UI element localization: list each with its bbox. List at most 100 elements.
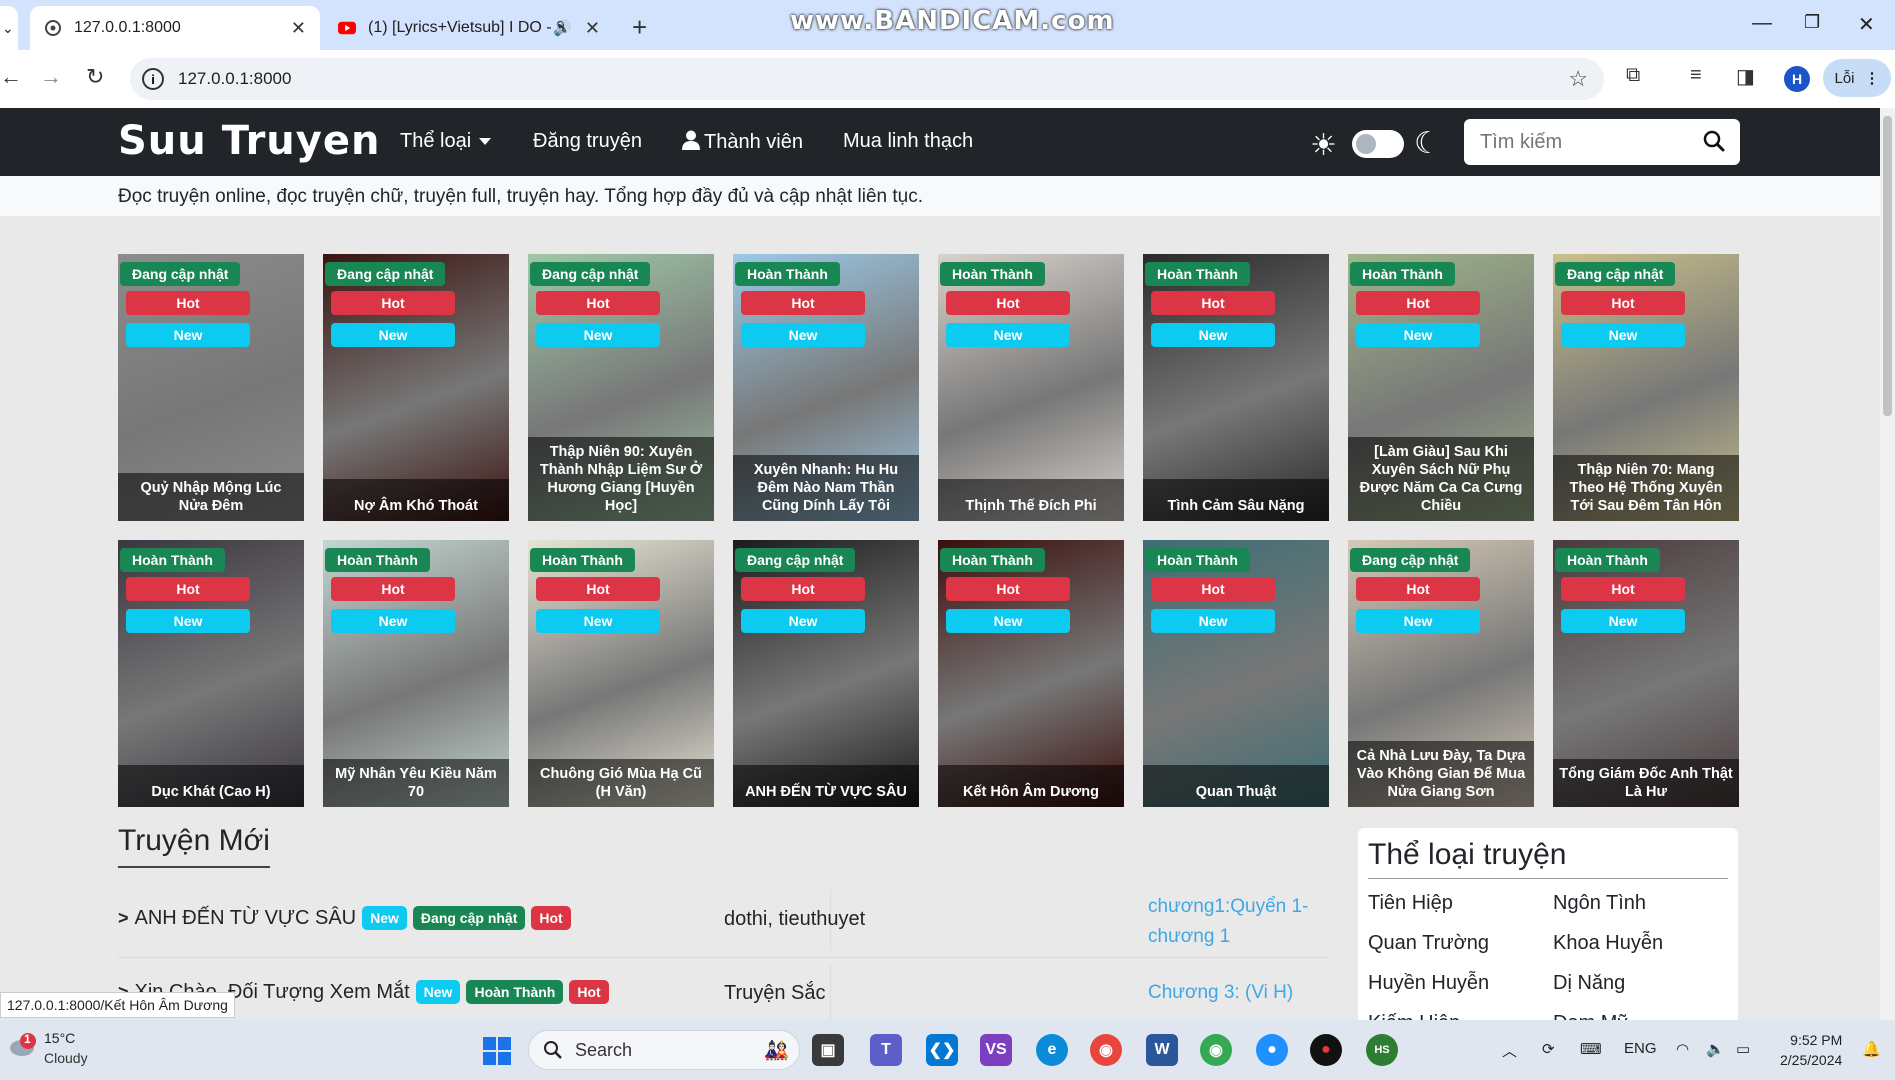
genre-link[interactable]: Dị Năng [1553, 972, 1625, 995]
new-tab-button[interactable]: + [632, 12, 647, 43]
story-card[interactable]: Đang cập nhật Hot New Cả Nhà Lưu Đày, Ta Dự… [1348, 540, 1534, 807]
restore-icon[interactable]: ❐ [1804, 12, 1820, 33]
taskbar-search[interactable]: Search 🎎 [528, 1030, 800, 1070]
story-row[interactable]: > Xin Chào, Đối Tượng Xem Mắt New Hoàn T… [118, 960, 1328, 1020]
search-input[interactable] [1480, 130, 1680, 154]
story-card-title[interactable]: Thập Niên 70: Mang Theo Hệ Thống Xuyên T… [1553, 455, 1739, 521]
volume-icon[interactable]: 🔈 [1706, 1040, 1725, 1058]
nav-buy[interactable]: Mua linh thạch [843, 130, 973, 153]
story-card-title[interactable]: Thịnh Thế Đích Phi [938, 479, 1124, 521]
story-card[interactable]: Đang cập nhật Hot New Thập Niên 70: Mang Th… [1553, 254, 1739, 521]
scrollbar-thumb[interactable] [1883, 116, 1892, 416]
story-card-title[interactable]: Nợ Âm Khó Thoát [323, 479, 509, 521]
story-card[interactable]: Hoàn Thành Hot New Thịnh Thế Đích Phi [938, 254, 1124, 521]
profile-avatar[interactable]: H [1784, 66, 1810, 92]
nav-post-story[interactable]: Đăng truyện [533, 130, 642, 153]
story-card-title[interactable]: [Làm Giàu] Sau Khi Xuyên Sách Nữ Phụ Đượ… [1348, 437, 1534, 521]
tab-list-button[interactable]: ⌄ [0, 6, 18, 50]
extensions-icon[interactable]: ⧉ [1626, 64, 1640, 87]
edge-icon[interactable]: e [1036, 1034, 1068, 1066]
media-control-icon[interactable]: ≡ [1690, 64, 1702, 87]
chrome-icon[interactable]: ◉ [1200, 1034, 1232, 1066]
story-row-title[interactable]: ANH ĐẾN TỪ VỰC SÂU [135, 907, 357, 930]
task-view-icon[interactable]: ▣ [812, 1034, 844, 1066]
wifi-icon[interactable]: ◠ [1676, 1040, 1689, 1058]
language-indicator[interactable]: ENG [1624, 1040, 1657, 1057]
story-card[interactable]: Hoàn Thành Hot New Tổng Giám Đốc Anh Thật L… [1553, 540, 1739, 807]
reload-icon[interactable]: ↻ [86, 64, 104, 90]
chrome-profile-icon[interactable]: ◉ [1090, 1034, 1122, 1066]
story-card-title[interactable]: Kết Hôn Âm Dương [938, 765, 1124, 807]
story-card[interactable]: Hoàn Thành Hot New [Làm Giàu] Sau Khi Xuyên… [1348, 254, 1534, 521]
system-clock[interactable]: 9:52 PM 2/25/2024 [1780, 1030, 1842, 1070]
bandicam-icon[interactable]: ● [1310, 1034, 1342, 1066]
battery-icon[interactable]: ▭ [1736, 1040, 1750, 1058]
page-scrollbar[interactable] [1880, 108, 1895, 1020]
tray-overflow-icon[interactable]: ︿ [1502, 1040, 1517, 1061]
story-card-title[interactable]: Dục Khát (Cao H) [118, 765, 304, 807]
windows-start-icon[interactable] [482, 1036, 512, 1066]
dark-mode-toggle[interactable] [1352, 130, 1404, 158]
genre-link[interactable]: Khoa Huyễn [1553, 932, 1663, 955]
story-card[interactable]: Đang cập nhật Hot New Nợ Âm Khó Thoát [323, 254, 509, 521]
story-row-chapter[interactable]: chương1:Quyển 1-chương 1 [1148, 892, 1328, 952]
side-panel-icon[interactable]: ◨ [1736, 64, 1755, 89]
genre-link[interactable]: Quan Trường [1368, 932, 1489, 955]
tab-localhost[interactable]: 127.0.0.1:8000 ✕ [30, 6, 320, 50]
visual-studio-icon[interactable]: VS [980, 1034, 1012, 1066]
story-row[interactable]: > ANH ĐẾN TỪ VỰC SÂU New Đang cập nhật H… [118, 884, 1328, 958]
story-card-title[interactable]: Mỹ Nhân Yêu Kiều Năm 70 [323, 759, 509, 807]
tab-youtube[interactable]: (1) [Lyrics+Vietsub] I DO - 9 🔊 ✕ [324, 6, 614, 50]
close-icon[interactable]: ✕ [291, 18, 306, 39]
bookmark-star-icon[interactable]: ☆ [1568, 66, 1588, 92]
hs-app-icon[interactable]: HS [1366, 1034, 1398, 1066]
app-icon[interactable]: ● [1256, 1034, 1288, 1066]
story-card[interactable]: Đang cập nhật Hot New ANH ĐẾN TỪ VỰC SÂU [733, 540, 919, 807]
vscode-icon[interactable]: ❮❯ [926, 1034, 958, 1066]
story-card-title[interactable]: Thập Niên 90: Xuyên Thành Nhập Liệm Sư Ở… [528, 437, 714, 521]
notification-bell-icon[interactable]: 🔔 [1862, 1040, 1881, 1058]
story-card[interactable]: Hoàn Thành Hot New Kết Hôn Âm Dương [938, 540, 1124, 807]
nav-genres-dropdown[interactable]: Thể loại [400, 130, 492, 153]
story-card-title[interactable]: Quan Thuật [1143, 765, 1329, 807]
keyboard-icon[interactable]: ⌨ [1580, 1040, 1602, 1058]
story-card[interactable]: Đang cập nhật Hot New Thập Niên 90: Xuyên T… [528, 254, 714, 521]
back-icon[interactable]: ← [0, 64, 22, 90]
story-card[interactable]: Hoàn Thành Hot New Tình Cảm Sâu Nặng [1143, 254, 1329, 521]
badge-status: Đang cập nhật [325, 262, 446, 286]
story-card[interactable]: Hoàn Thành Hot New Chuông Gió Mùa Hạ Cũ (H … [528, 540, 714, 807]
story-card[interactable]: Hoàn Thành Hot New Dục Khát (Cao H) [118, 540, 304, 807]
story-card-title[interactable]: ANH ĐẾN TỪ VỰC SÂU [733, 765, 919, 807]
story-card[interactable]: Hoàn Thành Hot New Mỹ Nhân Yêu Kiều Năm 70 [323, 540, 509, 807]
teams-icon[interactable]: T [870, 1034, 902, 1066]
site-info-icon[interactable]: i [142, 68, 164, 90]
story-card[interactable]: Hoàn Thành Hot New Xuyên Nhanh: Hu Hu Đêm N… [733, 254, 919, 521]
story-card[interactable]: Đang cập nhật Hot New Quỷ Nhập Mộng Lúc Nửa… [118, 254, 304, 521]
story-card[interactable]: Hoàn Thành Hot New Quan Thuật [1143, 540, 1329, 807]
story-card-title[interactable]: Tình Cảm Sâu Nặng [1143, 479, 1329, 521]
site-logo[interactable]: Suu Truyen [118, 118, 380, 164]
story-card-title[interactable]: Tổng Giám Đốc Anh Thật Là Hư [1553, 759, 1739, 807]
nav-members[interactable]: Thành viên [682, 130, 803, 154]
story-card-title[interactable]: Cả Nhà Lưu Đày, Ta Dựa Vào Không Gian Để… [1348, 741, 1534, 807]
search-icon[interactable] [1702, 129, 1726, 153]
close-window-icon[interactable]: ✕ [1858, 12, 1875, 37]
sync-icon[interactable]: ⟳ [1542, 1040, 1555, 1058]
speaker-icon[interactable]: 🔊 [553, 19, 572, 37]
close-icon[interactable]: ✕ [585, 18, 600, 39]
more-menu-icon[interactable]: ⋮ [1865, 69, 1880, 87]
story-card-title[interactable]: Xuyên Nhanh: Hu Hu Đêm Nào Nam Thần Cũng… [733, 455, 919, 521]
story-row-chapter[interactable]: Chương 3: (Vi H) [1148, 978, 1293, 1008]
story-card-title[interactable]: Quỷ Nhập Mộng Lúc Nửa Đêm [118, 473, 304, 521]
error-button[interactable]: Lỗi ⋮ [1823, 59, 1891, 97]
genre-link[interactable]: Đam Mỹ [1553, 1012, 1627, 1020]
address-bar[interactable]: i 127.0.0.1:8000 ☆ [130, 58, 1604, 100]
genre-link[interactable]: Tiên Hiệp [1368, 892, 1453, 915]
genre-link[interactable]: Kiếm Hiệp [1368, 1012, 1460, 1020]
genre-link[interactable]: Ngôn Tình [1553, 892, 1646, 915]
story-card-title[interactable]: Chuông Gió Mùa Hạ Cũ (H Văn) [528, 759, 714, 807]
forward-icon[interactable]: → [40, 64, 62, 90]
genre-link[interactable]: Huyền Huyễn [1368, 972, 1489, 995]
minimize-icon[interactable]: — [1752, 12, 1772, 35]
word-icon[interactable]: W [1146, 1034, 1178, 1066]
